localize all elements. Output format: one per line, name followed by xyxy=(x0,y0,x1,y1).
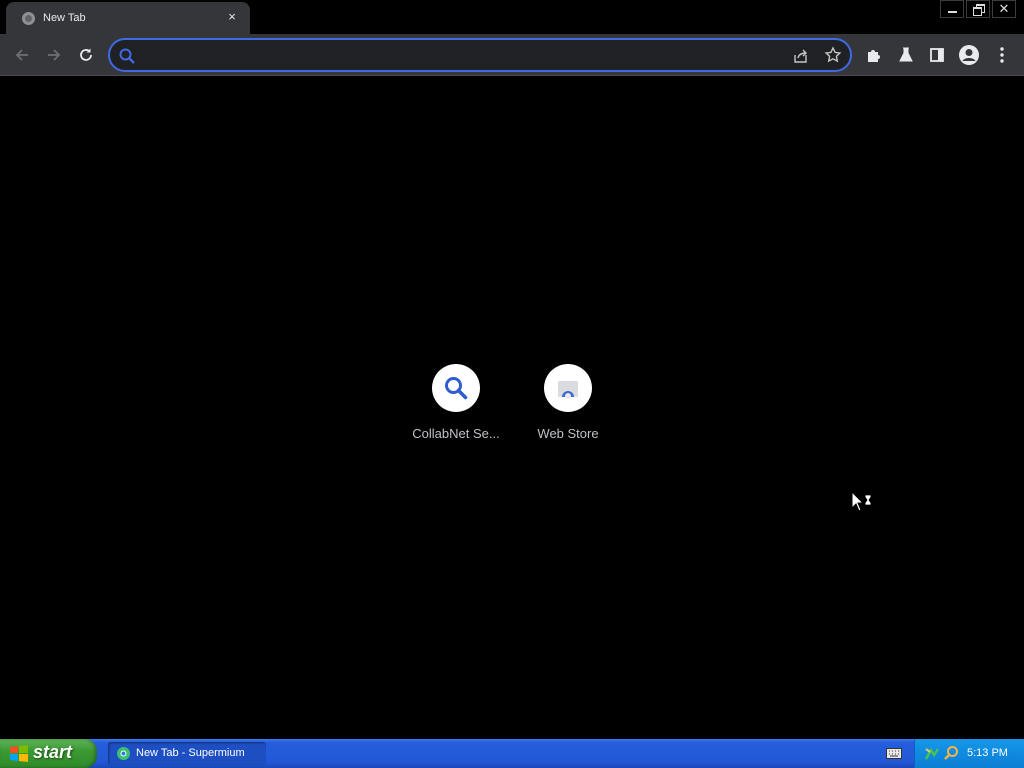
arrow-left-icon xyxy=(15,49,28,61)
taskbar-item-browser[interactable]: New Tab - Supermium xyxy=(108,742,266,765)
reload-button[interactable] xyxy=(74,43,98,67)
system-tray: 5:13 PM xyxy=(914,739,1024,768)
new-tab-page: CollabNet Se... Web Store xyxy=(0,77,1024,739)
minimize-button[interactable] xyxy=(940,0,964,18)
address-input[interactable] xyxy=(142,46,782,64)
side-panel-icon xyxy=(930,48,944,62)
arrow-right-icon xyxy=(48,49,61,61)
keyboard-icon[interactable] xyxy=(886,748,902,759)
address-bar[interactable] xyxy=(108,38,852,72)
shortcut-tile-collabnet[interactable]: CollabNet Se... xyxy=(400,364,512,454)
tab-new-tab[interactable]: New Tab × xyxy=(6,2,250,34)
share-icon[interactable] xyxy=(792,47,810,65)
tab-strip: New Tab × ✕ xyxy=(0,0,1024,34)
busy-cursor-icon xyxy=(851,491,872,512)
more-vert-icon xyxy=(1000,47,1004,63)
search-icon xyxy=(445,377,468,400)
reload-icon xyxy=(80,48,92,61)
search-icon[interactable] xyxy=(943,745,959,761)
flask-icon xyxy=(899,47,913,62)
profile-button[interactable] xyxy=(958,44,980,66)
taskbar-item-label: New Tab - Supermium xyxy=(136,747,245,759)
search-icon xyxy=(119,48,135,64)
shortcut-icon-circle xyxy=(432,364,480,412)
globe-icon xyxy=(22,12,35,25)
shortcut-label: CollabNet Se... xyxy=(412,426,500,441)
desktop-screen: New Tab × ✕ CollabNet Se... Web Store st… xyxy=(0,0,1024,768)
restore-button[interactable] xyxy=(966,0,990,18)
side-panel-button[interactable] xyxy=(926,44,948,66)
extensions-button[interactable] xyxy=(863,44,885,66)
labs-button[interactable] xyxy=(895,44,917,66)
web-store-icon xyxy=(558,381,578,399)
start-button[interactable]: start xyxy=(0,739,97,768)
network-icon[interactable] xyxy=(924,745,940,761)
shortcut-icon-circle xyxy=(544,364,592,412)
taskbar-clock: 5:13 PM xyxy=(967,747,1008,759)
puzzle-icon xyxy=(868,50,880,62)
forward-button[interactable] xyxy=(42,43,66,67)
shortcut-tile-web-store[interactable]: Web Store xyxy=(512,364,624,454)
back-button[interactable] xyxy=(10,43,34,67)
window-controls: ✕ xyxy=(938,0,1016,18)
windows-logo-icon xyxy=(10,745,28,762)
browser-icon xyxy=(117,747,130,760)
menu-button[interactable] xyxy=(991,44,1013,66)
tab-close-button[interactable]: × xyxy=(224,9,240,25)
close-window-button[interactable]: ✕ xyxy=(992,0,1016,18)
browser-toolbar xyxy=(0,34,1024,76)
shortcut-label: Web Store xyxy=(537,426,599,441)
bookmark-star-icon[interactable] xyxy=(824,46,842,64)
tab-title: New Tab xyxy=(43,12,86,24)
taskbar: start New Tab - Supermium 5:13 PM xyxy=(0,739,1024,768)
start-label: start xyxy=(33,742,73,762)
avatar-icon xyxy=(959,45,979,65)
